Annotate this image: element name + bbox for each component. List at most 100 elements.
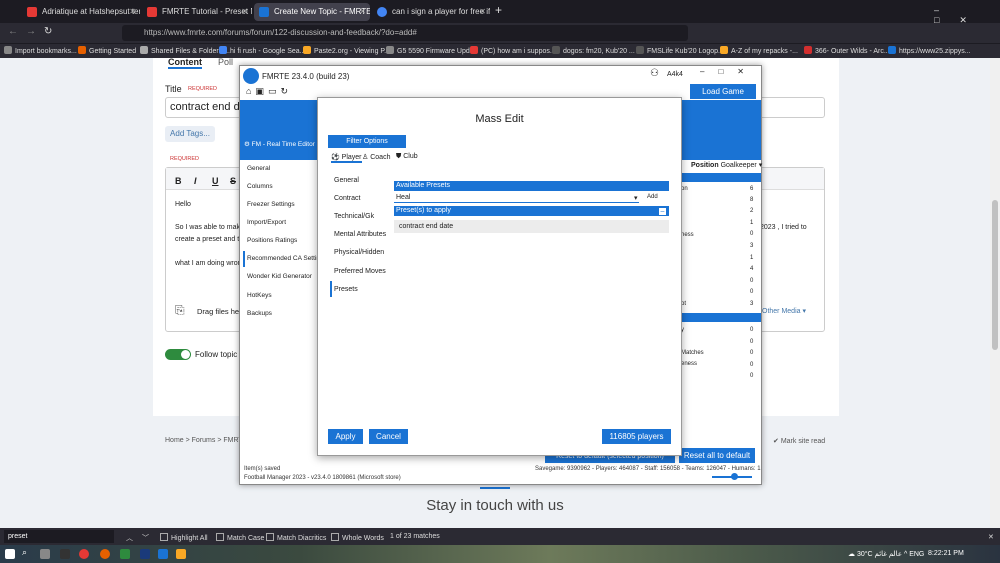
back-icon[interactable]: ← bbox=[8, 26, 18, 37]
bookmark-item[interactable]: A-Z of my repacks -... bbox=[720, 46, 798, 55]
close-icon[interactable]: ✕ bbox=[988, 533, 994, 541]
bookmark-item[interactable]: dogos: fm20, Kub'20 ... bbox=[552, 46, 635, 55]
category-mental[interactable]: Mental Attributes bbox=[334, 231, 386, 238]
category-preferred-moves[interactable]: Preferred Moves bbox=[334, 268, 386, 275]
add-tags-button[interactable]: Add Tags... bbox=[165, 126, 215, 142]
bookmark-item[interactable]: Shared Files & Folders ... bbox=[140, 46, 230, 55]
browser-tab[interactable]: can i sign a player for free if i h✕ bbox=[372, 3, 490, 21]
folder-icon[interactable] bbox=[176, 549, 186, 559]
strikethrough-icon[interactable]: S bbox=[230, 176, 236, 186]
bookmark-item[interactable]: Import bookmarks... bbox=[4, 46, 77, 55]
chevron-down-icon[interactable]: ▾ bbox=[634, 194, 638, 202]
firefox-icon[interactable] bbox=[100, 549, 110, 559]
url-bar[interactable]: https://www.fmrte.com/forums/forum/122-d… bbox=[122, 25, 688, 41]
sidebar-item-freezer[interactable]: Freezer Settings bbox=[247, 201, 295, 208]
sidebar-item-import-export[interactable]: Import/Export bbox=[247, 219, 286, 226]
ratings-header bbox=[678, 313, 761, 322]
app-window-controls[interactable]: –□✕ bbox=[700, 67, 758, 76]
user-icon[interactable]: ⚇ bbox=[650, 68, 659, 79]
close-icon[interactable]: ✕ bbox=[241, 3, 248, 21]
bookmark-item[interactable]: 366- Outer Wilds - Arc... bbox=[804, 46, 890, 55]
zoom-slider-handle[interactable] bbox=[731, 473, 738, 480]
filter-options-button[interactable]: Filter Options bbox=[328, 135, 406, 148]
google-icon bbox=[377, 7, 387, 17]
xbox-icon[interactable] bbox=[120, 549, 130, 559]
system-tray[interactable]: ☁ 30°C عالم غائم ^ ENG bbox=[848, 550, 924, 558]
new-tab-button[interactable]: + bbox=[495, 3, 502, 17]
preset-combobox[interactable]: Heal bbox=[394, 193, 639, 203]
find-match-count: 1 of 23 matches bbox=[390, 533, 440, 540]
tab-poll[interactable]: Poll bbox=[218, 57, 233, 67]
players-count-button[interactable]: 116805 players bbox=[602, 429, 671, 444]
close-icon[interactable]: ✕ bbox=[129, 3, 136, 21]
cancel-button[interactable]: Cancel bbox=[369, 429, 408, 444]
italic-icon[interactable]: I bbox=[194, 176, 197, 186]
weather-icon: ☁ bbox=[848, 551, 855, 558]
category-presets[interactable]: Presets bbox=[334, 286, 358, 293]
close-icon[interactable]: ✕ bbox=[479, 3, 486, 21]
whole-words-checkbox[interactable]: Whole Words bbox=[331, 533, 384, 542]
underline-icon[interactable]: U bbox=[212, 176, 219, 186]
app-toolbar-icons[interactable]: ⌂▣▭↻ bbox=[246, 86, 292, 97]
tab-content[interactable]: Content bbox=[168, 57, 202, 69]
forward-icon[interactable]: → bbox=[26, 26, 36, 37]
remove-preset-icon[interactable]: – bbox=[659, 208, 666, 215]
editor-text-line: create a preset and t bbox=[175, 236, 240, 243]
mark-site-read-link[interactable]: ✔ Mark site read bbox=[773, 437, 825, 445]
match-case-checkbox[interactable]: Match Case bbox=[216, 533, 264, 542]
sidebar-item-positions[interactable]: Positions Ratings bbox=[247, 237, 297, 244]
bookmark-item[interactable]: G5 5590 Firmware Upd... bbox=[386, 46, 476, 55]
find-next-icon[interactable]: ﹀ bbox=[142, 533, 149, 543]
category-technical[interactable]: Technical/Gk bbox=[334, 213, 374, 220]
bookmark-item[interactable]: Paste2.org - Viewing P... bbox=[303, 46, 390, 55]
bold-icon[interactable]: B bbox=[175, 176, 182, 186]
sidebar-item-backups[interactable]: Backups bbox=[247, 310, 272, 317]
user-name: A4k4 bbox=[667, 71, 683, 78]
tab-coach[interactable]: ♙ Coach bbox=[362, 153, 390, 161]
bookmark-item[interactable]: FMSLife Kub'20 Logop... bbox=[636, 46, 724, 55]
rating-value: 0 bbox=[750, 278, 754, 284]
reset-all-button[interactable]: Reset all to default bbox=[679, 448, 755, 463]
sidebar-item-wonderkid[interactable]: Wonder Kid Generator bbox=[247, 273, 312, 280]
category-physical[interactable]: Physical/Hidden bbox=[334, 249, 384, 256]
sidebar-item-hotkeys[interactable]: HotKeys bbox=[247, 292, 272, 299]
match-diacritics-checkbox[interactable]: Match Diacritics bbox=[266, 533, 326, 542]
browser-tab[interactable]: FMRTE Tutorial - Preset Manag✕ bbox=[142, 3, 252, 21]
bookmark-item[interactable]: https://www25.zippys... bbox=[888, 46, 971, 55]
sidebar-item-general[interactable]: General bbox=[247, 165, 270, 172]
task-view-icon[interactable] bbox=[40, 549, 50, 559]
sidebar-item-columns[interactable]: Columns bbox=[247, 183, 273, 190]
close-icon[interactable]: ✕ bbox=[359, 3, 366, 21]
category-contract[interactable]: Contract bbox=[334, 195, 360, 202]
follow-topic-toggle[interactable] bbox=[165, 349, 191, 360]
category-general[interactable]: General bbox=[334, 177, 359, 184]
fmrte-taskbar-icon[interactable] bbox=[158, 549, 168, 559]
highlight-all-checkbox[interactable]: Highlight All bbox=[160, 533, 208, 542]
tab-player[interactable]: ⚽ Player bbox=[331, 153, 362, 163]
bookmark-item[interactable]: hi fi rush - Google Sea... bbox=[219, 46, 305, 55]
preset-list-item[interactable]: contract end date bbox=[394, 220, 669, 233]
bookmark-item[interactable]: Getting Started bbox=[78, 46, 136, 55]
sidebar-item-recommended-ca[interactable]: Recommended CA Settin bbox=[247, 255, 320, 262]
position-select[interactable]: Position Goalkeeper ▾ bbox=[691, 161, 762, 169]
apply-button[interactable]: Apply bbox=[328, 429, 363, 444]
browser-tab[interactable]: Adriatique at Hatshepsut temp ✕ bbox=[22, 3, 140, 21]
tab-club[interactable]: ⛊ Club bbox=[396, 153, 418, 161]
find-input[interactable]: preset bbox=[4, 530, 114, 543]
clock[interactable]: 8:22:21 PM bbox=[928, 550, 964, 557]
scrollbar-thumb[interactable] bbox=[992, 200, 998, 350]
other-media-button[interactable]: Other Media ▾ bbox=[762, 307, 806, 315]
opera-icon[interactable] bbox=[79, 549, 89, 559]
load-game-button[interactable]: Load Game bbox=[690, 84, 756, 99]
browser-tab-active[interactable]: Create New Topic - FMRTE ✕ bbox=[254, 3, 370, 21]
app-icon[interactable] bbox=[60, 549, 70, 559]
reload-icon[interactable]: ↻ bbox=[44, 26, 52, 37]
add-preset-button[interactable]: Add bbox=[647, 194, 658, 200]
search-icon[interactable]: ⌕ bbox=[22, 547, 32, 557]
fm-icon[interactable] bbox=[140, 549, 150, 559]
find-prev-icon[interactable]: ︿ bbox=[126, 533, 133, 543]
start-icon[interactable] bbox=[5, 549, 15, 559]
bookmark-item[interactable]: (PC) how am i suppos... bbox=[470, 46, 556, 55]
rating-value: 6 bbox=[750, 186, 754, 192]
breadcrumb[interactable]: Home > Forums > FMRT bbox=[165, 437, 243, 444]
